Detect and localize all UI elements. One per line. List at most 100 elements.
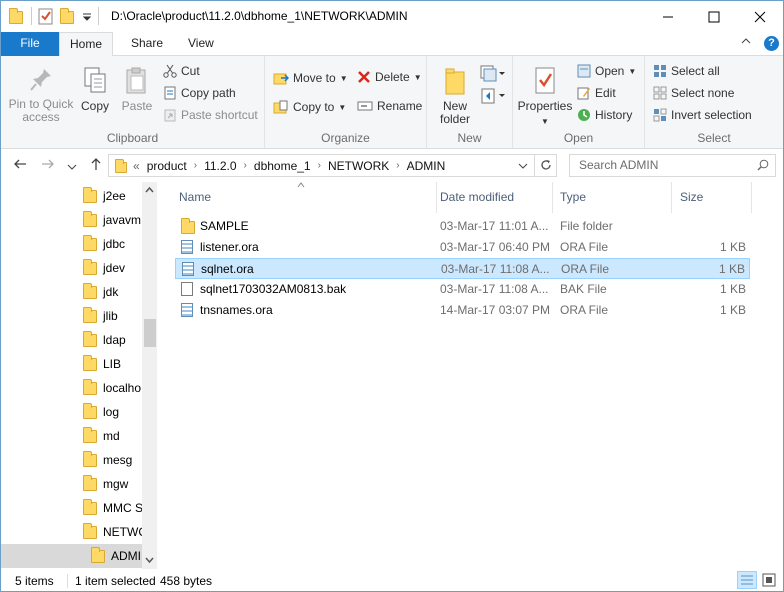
folder-icon: [83, 258, 97, 275]
paste-shortcut-button[interactable]: Paste shortcut: [163, 108, 258, 122]
copy-path-label: Copy path: [181, 86, 236, 100]
scrollbar-thumb[interactable]: [144, 319, 156, 347]
select-none-button[interactable]: Select none: [653, 86, 734, 100]
recent-locations-button[interactable]: [67, 159, 77, 176]
details-view-button[interactable]: [737, 571, 757, 589]
column-header-size[interactable]: Size: [672, 182, 752, 213]
properties-icon[interactable]: [38, 7, 54, 25]
breadcrumb-dbhome-1[interactable]: dbhome_1: [247, 159, 318, 173]
file-type: File folder: [560, 219, 613, 233]
properties-icon: [535, 67, 555, 94]
tree-item-log[interactable]: log: [83, 400, 119, 424]
back-button[interactable]: [13, 157, 27, 175]
breadcrumb-product[interactable]: product: [140, 159, 194, 173]
select-none-label: Select none: [671, 86, 735, 100]
tree-item-j2ee[interactable]: j2ee: [83, 184, 126, 208]
tree-scrollbar[interactable]: [142, 182, 157, 569]
tree-item-localhost[interactable]: localho: [83, 376, 141, 400]
tree-item-ldap[interactable]: ldap: [83, 328, 126, 352]
tree-item-jdbc[interactable]: jdbc: [83, 232, 125, 256]
chevron-down-icon: ▼: [339, 73, 348, 83]
easy-access-button[interactable]: [479, 86, 505, 109]
search-input[interactable]: Search ADMIN: [569, 154, 776, 177]
copy-path-button[interactable]: Copy path: [163, 86, 236, 100]
close-button[interactable]: [737, 1, 783, 32]
maximize-button[interactable]: [691, 1, 737, 32]
file-icon: [181, 282, 193, 296]
select-all-button[interactable]: Select all: [653, 64, 720, 78]
file-row-sqlnet-bak[interactable]: sqlnet1703032AM0813.bak 03-Mar-17 11:08 …: [175, 279, 750, 300]
pin-to-quick-access-button[interactable]: Pin to Quick access: [5, 66, 77, 124]
paste-button[interactable]: Paste: [119, 66, 155, 113]
new-folder-button[interactable]: New folder: [431, 66, 479, 126]
tab-home[interactable]: Home: [59, 32, 113, 57]
breadcrumb-network[interactable]: NETWORK: [321, 159, 396, 173]
properties-button[interactable]: Properties ▼: [517, 66, 573, 128]
tree-item-label: j2ee: [103, 189, 126, 203]
address-dropdown-button[interactable]: [518, 160, 528, 174]
large-icons-view-button[interactable]: [761, 572, 779, 588]
properties-label: Properties: [517, 99, 573, 113]
column-header-date[interactable]: Date modified: [432, 182, 553, 213]
history-label: History: [595, 108, 633, 122]
chevron-down-icon: ▼: [628, 66, 637, 76]
tab-file[interactable]: File: [1, 32, 59, 56]
scroll-up-icon[interactable]: [142, 184, 157, 196]
paste-shortcut-icon: [164, 109, 176, 122]
tree-item-mmc[interactable]: MMC S: [83, 496, 143, 520]
separator: [31, 7, 32, 25]
copy-to-button[interactable]: Copy to ▼: [273, 99, 346, 115]
copy-button[interactable]: Copy: [77, 66, 113, 113]
history-button[interactable]: History: [577, 108, 632, 122]
address-bar[interactable]: « product › 11.2.0 › dbhome_1 › NETWORK …: [108, 154, 535, 177]
file-row-tnsnames-ora[interactable]: tnsnames.ora 14-Mar-17 03:07 PM ORA File…: [175, 300, 750, 321]
tree-item-jlib[interactable]: jlib: [83, 304, 118, 328]
tree-item-jdk[interactable]: jdk: [83, 280, 118, 304]
up-button[interactable]: [89, 157, 103, 175]
tree-item-network[interactable]: NETWC: [83, 520, 147, 544]
new-item-button[interactable]: [479, 64, 505, 87]
collapse-ribbon-icon[interactable]: [741, 36, 751, 49]
move-to-button[interactable]: Move to ▼: [273, 70, 348, 86]
cut-button[interactable]: Cut: [163, 64, 200, 78]
tree-item-label: jdbc: [103, 237, 126, 251]
open-button[interactable]: Open ▼: [577, 64, 636, 78]
scissors-icon: [163, 64, 177, 78]
file-row-listener-ora[interactable]: listener.ora 03-Mar-17 06:40 PM ORA File…: [175, 237, 750, 258]
arrow-up-icon: [91, 158, 101, 170]
minimize-button[interactable]: [645, 1, 691, 32]
tree-item-md[interactable]: md: [83, 424, 120, 448]
tree-item-mesg[interactable]: mesg: [83, 448, 132, 472]
move-to-icon: [273, 73, 289, 85]
tree-item-mgw[interactable]: mgw: [83, 472, 128, 496]
column-header-type[interactable]: Type: [552, 182, 672, 213]
column-header-name[interactable]: Name: [171, 182, 437, 213]
tab-view[interactable]: View: [176, 32, 226, 56]
scroll-down-icon[interactable]: [142, 554, 157, 566]
help-icon[interactable]: ?: [764, 36, 779, 51]
ora-file-icon: [182, 262, 194, 276]
breadcrumb-overflow[interactable]: «: [133, 159, 140, 173]
rename-button[interactable]: Rename: [357, 99, 422, 113]
file-row-sample[interactable]: SAMPLE 03-Mar-17 11:01 A... File folder: [175, 216, 750, 237]
file-row-sqlnet-ora[interactable]: sqlnet.ora 03-Mar-17 11:08 A... ORA File…: [175, 258, 750, 279]
delete-button[interactable]: Delete ▼: [357, 70, 422, 84]
edit-button[interactable]: Edit: [577, 86, 616, 100]
edit-label: Edit: [595, 86, 616, 100]
folder-icon: [83, 234, 97, 251]
file-name: tnsnames.ora: [200, 303, 273, 317]
tab-share[interactable]: Share: [119, 32, 175, 56]
new-folder-icon[interactable]: [60, 7, 76, 25]
breadcrumb-admin[interactable]: ADMIN: [400, 159, 453, 173]
invert-selection-button[interactable]: Invert selection: [653, 108, 752, 122]
customize-qat-icon[interactable]: [82, 7, 92, 25]
tree-item-admin[interactable]: ADMI: [1, 544, 142, 568]
search-placeholder: Search ADMIN: [579, 158, 659, 172]
forward-button[interactable]: [41, 157, 55, 175]
breadcrumb-11-2-0[interactable]: 11.2.0: [197, 159, 243, 173]
tree-item-label: jdev: [103, 261, 126, 275]
tree-item-jdev[interactable]: jdev: [83, 256, 125, 280]
tree-item-javavm[interactable]: javavm: [83, 208, 141, 232]
refresh-button[interactable]: [535, 154, 557, 177]
tree-item-lib[interactable]: LIB: [83, 352, 121, 376]
